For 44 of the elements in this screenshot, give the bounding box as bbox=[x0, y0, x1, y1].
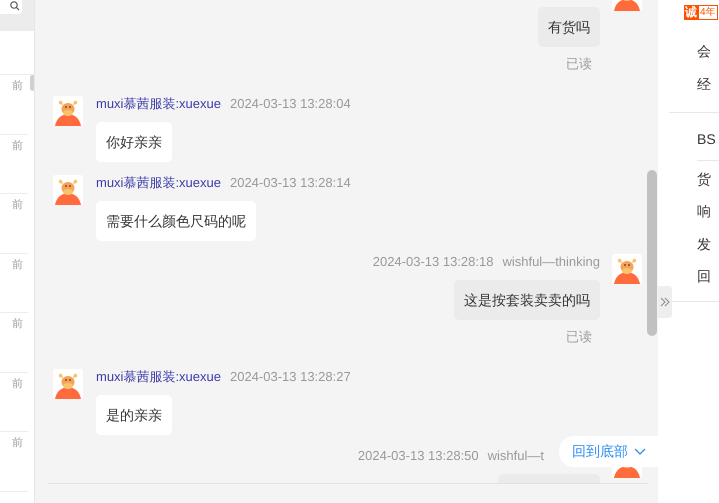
message-time: 2024-03-13 13:28:14 bbox=[230, 175, 351, 191]
sender-name: muxi慕茜服装:xuexue bbox=[96, 175, 221, 191]
sender-name: wishful—thinking bbox=[502, 254, 600, 270]
scroll-to-bottom-button[interactable]: 回到底部 bbox=[559, 436, 658, 467]
side-panel-item: 货 bbox=[697, 170, 712, 188]
chevron-down-icon bbox=[634, 448, 646, 456]
message-bubble: 是的亲亲 bbox=[96, 395, 172, 435]
side-panel-item: 经 bbox=[697, 74, 712, 94]
message-time: 2024-03-13 13:28:18 bbox=[372, 254, 494, 270]
message-time: 2024-03-13 13:28:27 bbox=[230, 369, 351, 385]
integrity-badge: 诚 bbox=[684, 5, 698, 20]
message-bubble: 这是按套装卖卖的吗 bbox=[454, 280, 600, 320]
avatar-icon bbox=[612, 254, 642, 284]
sender-name: muxi慕茜服装:xuexue bbox=[96, 369, 221, 385]
avatar-icon bbox=[53, 96, 83, 126]
message-bubble: 你好亲亲 bbox=[96, 122, 172, 162]
conversation-item[interactable]: 前 bbox=[0, 134, 28, 194]
side-panel-item: 响 bbox=[697, 202, 712, 221]
conversation-item[interactable]: 前 bbox=[0, 75, 28, 134]
conversation-item[interactable]: 前 bbox=[0, 372, 28, 432]
side-panel-item: BS bbox=[697, 130, 717, 149]
conversation-item[interactable]: 前 bbox=[0, 254, 28, 313]
message-bubble: 需要什么颜色尺码的呢 bbox=[96, 201, 256, 241]
read-status: 已读 bbox=[566, 56, 592, 72]
sender-name: wishful—t bbox=[488, 448, 544, 464]
double-chevron-icon bbox=[660, 297, 670, 307]
conversation-item[interactable]: 前 bbox=[0, 432, 28, 492]
scroll-thumb[interactable] bbox=[647, 170, 657, 336]
message-bubble: 有货吗 bbox=[538, 7, 600, 47]
side-panel-item: 会 bbox=[697, 42, 712, 61]
conversation-item[interactable]: 前 bbox=[0, 313, 28, 372]
avatar-icon bbox=[53, 175, 83, 205]
message-time: 2024-03-13 13:28:50 bbox=[358, 448, 479, 464]
sender-name: muxi慕茜服装:xuexue bbox=[96, 96, 221, 112]
years-badge: 4年 bbox=[698, 5, 718, 20]
search-icon bbox=[10, 1, 20, 11]
scroll-thumb[interactable] bbox=[30, 75, 34, 91]
conversation-item[interactable]: 前 bbox=[0, 194, 28, 254]
collapse-button[interactable] bbox=[658, 286, 672, 318]
side-panel-item: 发 bbox=[697, 234, 712, 254]
read-status: 已读 bbox=[566, 329, 592, 345]
avatar-icon bbox=[53, 369, 83, 399]
side-panel-item: 回 bbox=[697, 267, 712, 286]
message-time: 2024-03-13 13:28:04 bbox=[230, 96, 351, 112]
